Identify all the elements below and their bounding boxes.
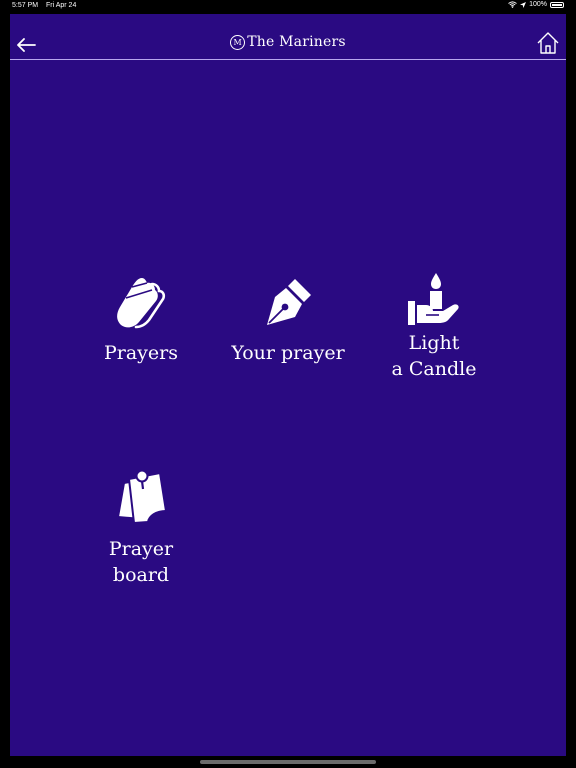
mariners-logo: M — [230, 34, 246, 50]
status-indicators: 100% — [508, 1, 564, 8]
status-time: 5:57 PM — [12, 2, 39, 9]
home-button[interactable] — [536, 31, 560, 55]
home-indicator[interactable] — [200, 760, 376, 764]
home-icon — [537, 32, 559, 54]
header: M The Mariners — [10, 14, 566, 60]
prayer-board-label-line2: board — [112, 564, 170, 586]
your-prayer-tile[interactable]: Your prayer — [228, 272, 348, 366]
prayers-tile[interactable]: Prayers — [86, 272, 196, 366]
battery-icon — [550, 1, 564, 8]
status-bar: 5:57 PM Fri Apr 24 100% — [0, 0, 576, 12]
fountain-pen-icon — [258, 272, 318, 332]
status-date: Fri Apr 24 — [46, 2, 77, 9]
light-a-candle-tile[interactable]: Light a Candle — [379, 270, 489, 382]
app-frame: M The Mariners Prayers Your prayer Light… — [10, 14, 566, 756]
candle-in-hand-icon — [404, 270, 464, 330]
prayer-board-label-line1: Prayer — [108, 538, 174, 560]
light-label-line2: a Candle — [391, 358, 477, 380]
page-title: The Mariners — [247, 34, 346, 50]
prayers-label: Prayers — [103, 342, 178, 364]
header-title: M The Mariners — [10, 34, 566, 50]
praying-hands-icon — [111, 272, 171, 332]
battery-percentage: 100% — [529, 1, 547, 8]
prayer-board-tile[interactable]: Prayer board — [86, 468, 196, 588]
wifi-icon — [508, 1, 517, 8]
your-prayer-label: Your prayer — [231, 342, 345, 364]
location-icon — [520, 1, 527, 8]
light-label-line1: Light — [408, 332, 460, 354]
pinned-notes-icon — [111, 468, 171, 528]
